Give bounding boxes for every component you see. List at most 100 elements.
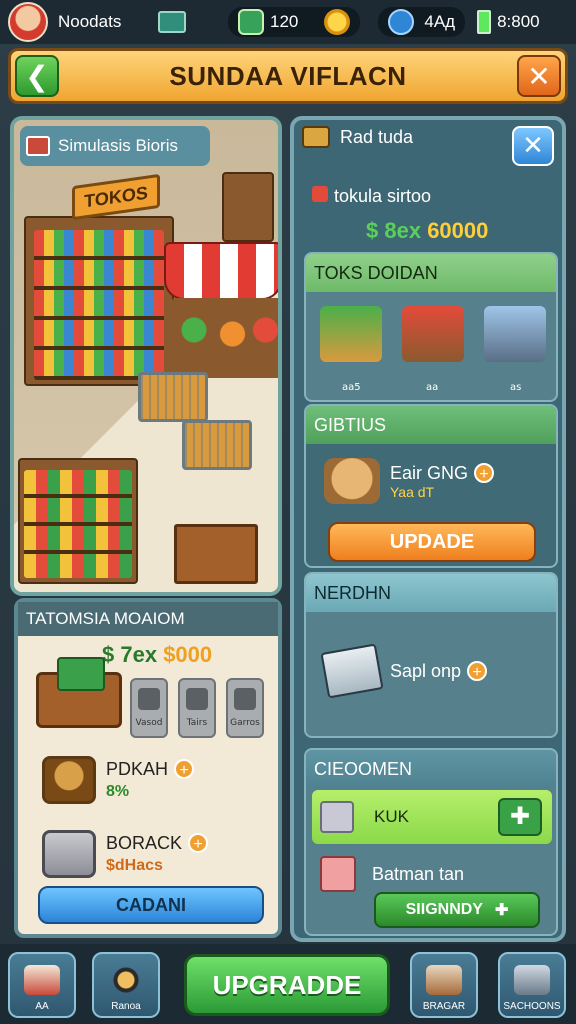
crate-produce <box>174 524 258 584</box>
stock-label-1: aa5 <box>342 382 361 393</box>
order-row-2-text: Batman tan <box>372 863 465 884</box>
plus-arrow-icon: ✚ <box>509 803 531 830</box>
cash-value: 120 <box>270 12 299 31</box>
option-slot-3[interactable]: Garros <box>226 678 264 738</box>
player-name: Noodats <box>58 12 122 31</box>
status-bar: Noodats 120 4Aд 8:800 <box>0 0 576 44</box>
upgrade-main-button[interactable]: UPGRADDE <box>184 954 390 1016</box>
order-go-button[interactable]: ✚ <box>498 798 542 836</box>
page-title: SUNDAA VIFLACN <box>169 60 407 91</box>
stock-label-3: as <box>510 382 522 393</box>
home-icon <box>24 965 60 995</box>
box-icon <box>320 801 354 833</box>
section-orders: CIEOOMEN KUK ✚ Batman tan SIIGNNDY ✚ <box>304 748 558 936</box>
shelf-wall <box>222 172 274 242</box>
store-price: $ 8ex 60000 <box>366 218 488 244</box>
cart-1[interactable] <box>138 372 208 422</box>
nav-bag-label: BRAGAR <box>422 1001 466 1012</box>
panel-close-button[interactable]: ✕ <box>512 126 554 166</box>
gem-value: 4Aд <box>424 12 456 31</box>
section-items-title: GIBTIUS <box>306 406 556 444</box>
section-stock: TOKS DOIDAN aa5 aa as <box>304 252 558 402</box>
order-row-2[interactable]: Batman tan <box>320 856 464 892</box>
nav-bag[interactable]: BRAGAR <box>410 952 478 1018</box>
buy-button[interactable]: CADANI <box>38 886 264 924</box>
cart-icon <box>138 688 160 710</box>
tag-icon <box>312 186 328 202</box>
plus-icon: ✚ <box>494 902 509 919</box>
order-row-1[interactable]: KUK ✚ <box>312 790 552 844</box>
register-icon <box>42 830 96 878</box>
order-row-1-text: KUK <box>374 807 409 826</box>
gift-box-icon <box>320 856 356 892</box>
nav-search[interactable]: Ranoa <box>92 952 160 1018</box>
tools-row-text: Sapl onp + <box>390 660 488 682</box>
energy-counter[interactable]: 8:800 <box>467 7 550 37</box>
back-button[interactable]: ❮ <box>15 55 59 97</box>
buy-price: $ 7ex $000 <box>102 642 212 668</box>
items-row[interactable]: Eair GNG + Yaa dT <box>324 458 495 504</box>
gem-icon <box>388 9 415 35</box>
section-orders-title: CIEOOMEN <box>306 750 556 788</box>
items-row-sub: Yaa dT <box>390 483 435 500</box>
freezer-stock-icon[interactable] <box>484 306 546 362</box>
option-slot-2[interactable]: Tairs <box>178 678 216 738</box>
store-scene-panel: Simulasis Bioris TOKOS <box>10 116 282 596</box>
item-row-1[interactable]: PDKAH + 8% <box>42 756 195 804</box>
item-1-name: PDKAH <box>106 759 169 779</box>
item-1-sub: 8% <box>106 783 130 800</box>
coin-icon <box>324 9 351 35</box>
items-row-text: Eair GNG + Yaa dT <box>390 462 495 500</box>
bread-basket-icon <box>42 756 96 804</box>
title-bar: ❮ SUNDAA VIFLACN ✕ <box>8 48 568 104</box>
add-icon[interactable]: + <box>174 759 195 779</box>
secondary-button[interactable]: SIIGNNDY ✚ <box>374 892 540 928</box>
store-subtitle-text: tokula sirtoo <box>334 186 432 206</box>
section-tools-title: NERDHN <box>306 574 556 612</box>
option-slot-1[interactable]: Vasod <box>130 678 168 738</box>
items-row-name: Eair GNG <box>390 462 469 483</box>
nav-shop-label: SACHOONS <box>503 1001 561 1012</box>
add-icon[interactable]: + <box>474 462 495 483</box>
shelf-stock-icon[interactable] <box>402 306 464 362</box>
awning <box>164 242 278 300</box>
energy-value: 8:800 <box>497 12 540 31</box>
inventory-icon[interactable] <box>158 11 186 33</box>
add-icon[interactable]: + <box>467 660 488 681</box>
cash-register-icon <box>302 126 330 148</box>
cart-2[interactable] <box>182 420 252 470</box>
magnifier-icon <box>110 965 142 995</box>
cash-counter[interactable]: 120 <box>228 7 361 37</box>
close-icon: ✕ <box>527 59 551 93</box>
cart-stock-icon[interactable] <box>320 306 382 362</box>
item-row-2[interactable]: BORACK + $dHacs <box>42 830 209 878</box>
secondary-button-label: SIIGNNDY <box>405 901 483 918</box>
stock-label-2: aa <box>426 382 439 393</box>
item-2-sub: $dHacs <box>106 857 163 874</box>
tools-row[interactable]: Sapl onp + <box>320 643 488 699</box>
store-price-value: 60000 <box>427 218 489 243</box>
option-slot-label: Vasod <box>135 718 163 728</box>
section-tools: NERDHN Sapl onp + <box>304 572 558 738</box>
bag-icon <box>426 965 462 995</box>
produce-crate-icon <box>36 657 122 728</box>
upgrade-panel-header: Rad tuda <box>302 126 413 148</box>
close-button[interactable]: ✕ <box>517 55 561 97</box>
nav-home[interactable]: AA <box>8 952 76 1018</box>
gem-counter[interactable]: 4Aд <box>378 7 466 37</box>
scene-tag-label: Simulasis Bioris <box>58 136 178 155</box>
buy-price-prefix: $ 7ex <box>102 642 158 667</box>
item-2-name: BORACK <box>106 833 183 853</box>
store-price-prefix: $ 8ex <box>366 218 422 243</box>
add-icon[interactable]: + <box>188 833 209 853</box>
chest-icon <box>514 965 550 995</box>
bottom-nav: AA Ranoa UPGRADDE BRAGAR SACHOONS <box>0 944 576 1024</box>
cookie-icon <box>324 458 380 504</box>
buy-price-value: $000 <box>163 642 213 667</box>
player-avatar[interactable] <box>8 2 48 42</box>
nav-shop[interactable]: SACHOONS <box>498 952 566 1018</box>
update-button[interactable]: UPDADE <box>328 522 536 562</box>
nav-search-label: Ranoa <box>111 1001 141 1012</box>
upgrade-panel-title: Rad tuda <box>340 126 414 147</box>
close-icon: ✕ <box>522 131 544 161</box>
